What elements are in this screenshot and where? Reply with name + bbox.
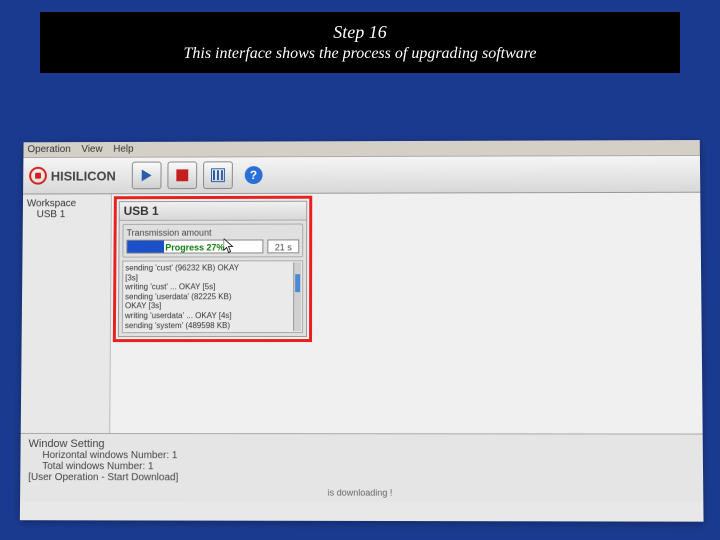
red-highlight: USB 1 Transmission amount Progress 27% 2…: [113, 196, 312, 343]
transmission-group: Transmission amount Progress 27% 21 s: [122, 224, 303, 258]
log-line: sending 'system' (489598 KB): [125, 321, 300, 331]
instruction-caption: Step 16 This interface shows the process…: [40, 12, 680, 73]
main-area: USB 1 Transmission amount Progress 27% 2…: [110, 193, 702, 434]
config-button[interactable]: [203, 161, 233, 189]
sidebar-root[interactable]: Workspace: [27, 198, 107, 209]
status-text: is downloading !: [28, 487, 695, 498]
usb-panel-title: USB 1: [120, 202, 307, 221]
progress-row: Progress 27% 21 s: [126, 239, 299, 253]
log-line: OKAY [3s]: [125, 301, 300, 311]
body-area: Workspace USB 1 USB 1 Transmission amoun…: [21, 193, 703, 434]
sidebar-item-usb1[interactable]: USB 1: [27, 209, 107, 220]
caption-subtitle: This interface shows the process of upgr…: [50, 45, 670, 63]
bottom-panel: Window Setting Horizontal windows Number…: [20, 433, 703, 502]
menu-help[interactable]: Help: [113, 144, 133, 155]
help-icon: ?: [244, 166, 262, 184]
toolbar: HISILICON ?: [23, 156, 700, 195]
menu-view[interactable]: View: [81, 144, 102, 155]
help-button[interactable]: ?: [238, 161, 268, 189]
log-line: writing 'userdata' ... OKAY [4s]: [125, 311, 300, 321]
log-line: writing 'cust' ... OKAY [5s]: [125, 282, 300, 292]
log-box: sending 'cust' (96232 KB) OKAY [3s] writ…: [122, 260, 303, 333]
window-setting-label: Window Setting: [28, 438, 694, 451]
log-line: sending 'cust' (96232 KB) OKAY: [125, 263, 300, 273]
logo: HISILICON: [29, 167, 116, 185]
log-line: sending 'userdata' (82225 KB): [125, 292, 300, 302]
play-button[interactable]: [131, 162, 161, 190]
group-label: Transmission amount: [126, 227, 299, 237]
logo-text: HISILICON: [51, 168, 116, 183]
stop-icon: [176, 169, 188, 181]
elapsed-time: 21 s: [267, 239, 299, 253]
caption-title: Step 16: [50, 22, 670, 43]
progress-text: Progress 27%: [127, 240, 262, 252]
menu-operation[interactable]: Operation: [27, 144, 70, 155]
horiz-windows: Horizontal windows Number: 1: [28, 450, 694, 462]
log-scrollbar[interactable]: [293, 262, 301, 331]
operation-log: [User Operation - Start Download]: [28, 472, 695, 484]
play-icon: [141, 169, 151, 181]
usb-panel: USB 1 Transmission amount Progress 27% 2…: [118, 201, 307, 338]
log-line: [3s]: [125, 273, 300, 283]
sidebar: Workspace USB 1: [21, 194, 112, 433]
progress-bar: Progress 27%: [126, 239, 263, 253]
config-icon: [211, 168, 225, 182]
app-window: Operation View Help HISILICON ? Workspac…: [20, 140, 704, 522]
logo-icon: [29, 167, 47, 185]
stop-button[interactable]: [167, 161, 197, 189]
